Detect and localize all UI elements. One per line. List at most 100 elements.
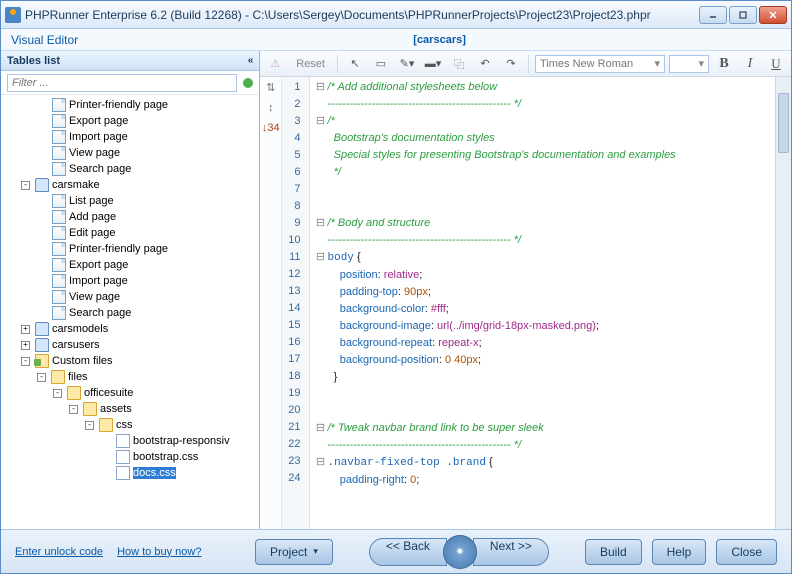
editor-pane: ⚠ Reset ↖ ▭ ✎▾ ▬▾ ⿻ ↶ ↷ Times New Roman …: [260, 51, 791, 529]
tree-label: Import page: [69, 131, 128, 143]
italic-button[interactable]: I: [739, 54, 761, 74]
db-icon: [35, 338, 49, 352]
tree-toggle[interactable]: -: [21, 357, 30, 366]
page-icon: [52, 242, 66, 256]
font-select[interactable]: Times New Roman: [535, 55, 665, 73]
sidebar-header: Tables list «: [1, 51, 259, 71]
page-icon: [52, 146, 66, 160]
cursor-icon[interactable]: ↖: [344, 54, 366, 74]
help-button[interactable]: Help: [652, 539, 707, 565]
line-numbers: 123456789101112131415161718192021222324: [282, 77, 309, 529]
app-icon: [5, 7, 21, 23]
sidebar-title: Tables list: [7, 55, 60, 67]
app-window: PHPRunner Enterprise 6.2 (Build 12268) -…: [0, 0, 792, 574]
underline-button[interactable]: U: [765, 54, 787, 74]
tree-item[interactable]: Export page: [1, 113, 259, 129]
tree-item[interactable]: Import page: [1, 129, 259, 145]
tree-label: Printer-friendly page: [69, 99, 168, 111]
tree-label: assets: [100, 403, 132, 415]
tree-label: List page: [69, 195, 114, 207]
tree-toggle[interactable]: -: [53, 389, 62, 398]
layer-icon[interactable]: ▬▾: [422, 54, 444, 74]
page-icon: [52, 98, 66, 112]
tree-item[interactable]: -carsmake: [1, 177, 259, 193]
undo-icon[interactable]: ↶: [474, 54, 496, 74]
tree-toggle[interactable]: -: [37, 373, 46, 382]
buy-link[interactable]: How to buy now?: [117, 546, 201, 558]
gutter-arrows[interactable]: ↕: [268, 102, 274, 114]
group-icon[interactable]: ⿻: [448, 54, 470, 74]
tree-label: Add page: [69, 211, 116, 223]
page-icon: [52, 194, 66, 208]
filter-input[interactable]: [7, 74, 237, 92]
code-editor[interactable]: 123456789101112131415161718192021222324 …: [282, 77, 775, 529]
tree-item[interactable]: - officesuite: [1, 385, 259, 401]
tree-label: Custom files: [52, 355, 113, 367]
tree-item[interactable]: -css: [1, 417, 259, 433]
vertical-scrollbar[interactable]: [775, 77, 791, 529]
tree-item[interactable]: Printer-friendly page: [1, 97, 259, 113]
titlebar: PHPRunner Enterprise 6.2 (Build 12268) -…: [1, 1, 791, 29]
tree-toggle[interactable]: +: [21, 341, 30, 350]
folderx-icon: [35, 354, 49, 368]
tree-toggle[interactable]: -: [69, 405, 78, 414]
page-icon: [52, 210, 66, 224]
tree-toggle[interactable]: +: [21, 325, 30, 334]
tree-item[interactable]: Add page: [1, 209, 259, 225]
collapse-icon[interactable]: «: [248, 55, 254, 66]
tree-label: View page: [69, 147, 120, 159]
left-gutter: ⇅ ↕ ↓34: [260, 77, 282, 529]
nav-center-icon[interactable]: ✷: [443, 535, 477, 569]
tree-label: docs.css: [133, 467, 176, 479]
tree-toggle[interactable]: -: [85, 421, 94, 430]
sort-icon[interactable]: ⇅: [266, 81, 275, 94]
back-button[interactable]: << Back: [369, 538, 447, 566]
tree-label: bootstrap-responsiv: [133, 435, 230, 447]
tree-item[interactable]: Edit page: [1, 225, 259, 241]
page-icon: [52, 306, 66, 320]
tree-item[interactable]: bootstrap-responsiv: [1, 433, 259, 449]
goto-line[interactable]: ↓34: [262, 122, 280, 134]
edit-icon[interactable]: ✎▾: [396, 54, 418, 74]
tree-item[interactable]: Printer-friendly page: [1, 241, 259, 257]
tree-item[interactable]: -files: [1, 369, 259, 385]
tree-item[interactable]: View page: [1, 145, 259, 161]
tree-item[interactable]: View page: [1, 289, 259, 305]
tree-view[interactable]: Printer-friendly pageExport pageImport p…: [1, 95, 259, 529]
minimize-button[interactable]: [699, 6, 727, 24]
next-button[interactable]: Next >>: [473, 538, 549, 566]
folder-icon: [83, 402, 97, 416]
tree-item[interactable]: List page: [1, 193, 259, 209]
tree-item[interactable]: +carsmodels: [1, 321, 259, 337]
code-content[interactable]: ⊟/* Add additional stylesheets below----…: [310, 77, 776, 529]
visual-editor-link[interactable]: Visual Editor: [1, 33, 88, 47]
maximize-button[interactable]: [729, 6, 757, 24]
fontsize-select[interactable]: [669, 55, 709, 73]
warning-icon[interactable]: ⚠: [264, 54, 286, 74]
insert-icon[interactable]: ▭: [370, 54, 392, 74]
unlock-link[interactable]: Enter unlock code: [15, 546, 103, 558]
tree-item[interactable]: - assets: [1, 401, 259, 417]
project-button[interactable]: Project: [255, 539, 333, 565]
bold-button[interactable]: B: [713, 54, 735, 74]
tree-item[interactable]: Search page: [1, 161, 259, 177]
tree-toggle[interactable]: -: [21, 181, 30, 190]
close-footer-button[interactable]: Close: [716, 539, 777, 565]
tree-label: Export page: [69, 115, 128, 127]
tree-item[interactable]: Search page: [1, 305, 259, 321]
tree-item[interactable]: Import page: [1, 273, 259, 289]
tree-item[interactable]: +carsusers: [1, 337, 259, 353]
tree-label: officesuite: [84, 387, 133, 399]
tree-item[interactable]: bootstrap.css: [1, 449, 259, 465]
close-button[interactable]: [759, 6, 787, 24]
redo-icon[interactable]: ↷: [500, 54, 522, 74]
sidebar: Tables list « Printer-friendly pageExpor…: [1, 51, 260, 529]
tree-item[interactable]: Export page: [1, 257, 259, 273]
tree-item[interactable]: - Custom files: [1, 353, 259, 369]
tree-item[interactable]: docs.css: [1, 465, 259, 481]
folder-icon: [67, 386, 81, 400]
build-button[interactable]: Build: [585, 539, 642, 565]
editor-toolbar: ⚠ Reset ↖ ▭ ✎▾ ▬▾ ⿻ ↶ ↷ Times New Roman …: [260, 51, 791, 77]
db-icon: [35, 322, 49, 336]
reset-button[interactable]: Reset: [290, 58, 331, 70]
